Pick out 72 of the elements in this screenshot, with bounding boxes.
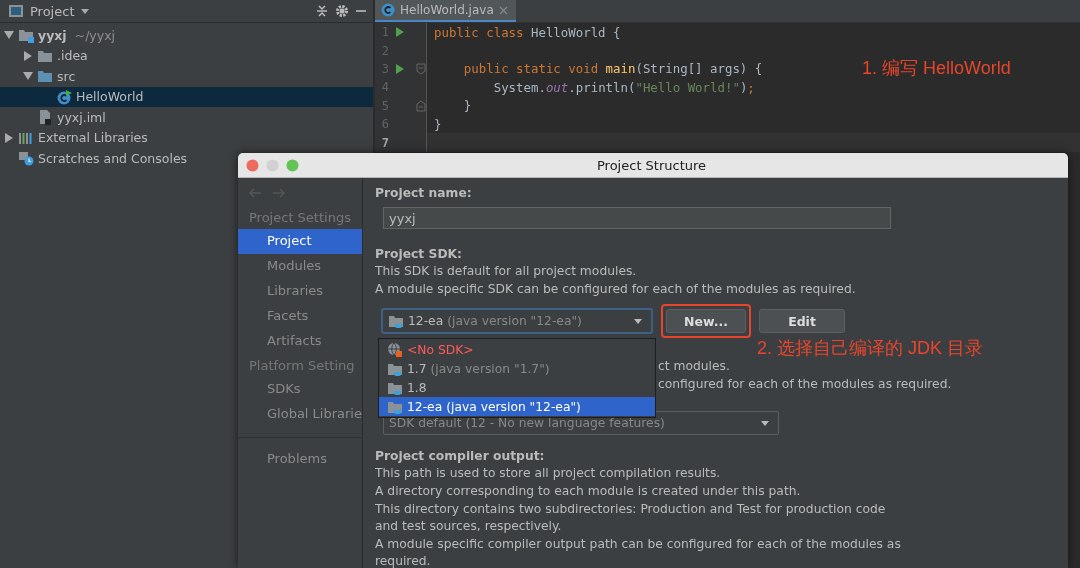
file-icon — [37, 109, 53, 126]
code-line: } — [433, 116, 442, 132]
collapsed-icon — [23, 50, 33, 61]
code-line: public static void main(String[] args) { — [462, 61, 763, 77]
sidebar-item[interactable]: Global Librarie — [238, 402, 362, 427]
code-line: } — [462, 98, 472, 114]
description-text: This directory contains two subdirectories: Production and Test for production code — [375, 500, 887, 518]
section-heading: Project Settings — [248, 209, 352, 227]
description-text: and test sources, respectively. — [375, 518, 563, 536]
expanded-icon — [4, 30, 14, 41]
dropdown-option[interactable]: 12-ea (java version "12-ea") — [379, 397, 655, 417]
dropdown-option[interactable]: 1.7 (java version "1.7") — [379, 359, 655, 379]
dropdown-option[interactable]: <No SDK> — [379, 340, 655, 360]
field-label: Project name: — [375, 185, 473, 202]
forward-icon — [272, 188, 286, 198]
expanded-icon — [23, 71, 33, 82]
description-text: A module specific compiler output path can be configured for each of the modules as — [375, 535, 902, 553]
sidebar-item[interactable]: Facets — [238, 304, 362, 329]
tree-item[interactable]: External Libraries — [0, 127, 148, 148]
dropdown-option[interactable]: 1.8 — [379, 378, 655, 398]
zoom-icon — [286, 158, 299, 172]
description-text: required. — [375, 553, 432, 568]
project-name-field[interactable]: yyxj — [383, 207, 891, 229]
dropdown-icon — [80, 7, 91, 15]
sidebar-item[interactable]: Libraries — [238, 279, 362, 304]
annotation-text: 1. 编写 HelloWorld — [862, 57, 1011, 80]
scratches-icon — [18, 150, 34, 167]
code-line: System.out.println("Hello World!"); — [492, 79, 755, 95]
class-icon — [381, 3, 395, 17]
tree-item[interactable]: yyxj ~/yyxj — [0, 25, 115, 46]
panel-icon — [8, 4, 24, 18]
dropdown-icon — [633, 317, 643, 326]
globe-icon — [387, 341, 403, 358]
description-text: A directory corresponding to each module is created under this path. — [375, 482, 802, 500]
tree-item[interactable]: HelloWorld — [0, 86, 373, 107]
sidebar-item[interactable]: Problems — [238, 447, 362, 472]
annotation-text: 2. 选择自己编译的 JDK 目录 — [757, 337, 984, 360]
dropdown-icon — [760, 419, 770, 428]
tree-item[interactable]: yyxj.iml — [0, 107, 106, 128]
window-title: Project Structure — [597, 157, 707, 173]
sidebar-item[interactable]: Artifacts — [238, 329, 362, 354]
sdk-dropdown[interactable]: 12-ea (java version "12-ea") — [381, 308, 653, 335]
description-text: This SDK is default for all project modules. — [375, 263, 638, 280]
tree-item[interactable]: Scratches and Consoles — [0, 148, 188, 169]
tree-item[interactable]: .idea — [0, 45, 88, 66]
new-button[interactable]: New... — [666, 309, 746, 334]
description-text: This path is used to store all project compilation results. — [375, 465, 722, 483]
back-icon — [248, 188, 262, 198]
tree-item[interactable]: src — [0, 66, 76, 87]
code-line: public class HelloWorld { — [433, 24, 621, 40]
line-number: 7 — [380, 135, 389, 150]
field-label: Project SDK: — [375, 246, 464, 263]
sidebar-item[interactable]: Modules — [238, 254, 362, 279]
sidebar-item[interactable]: SDKs — [238, 377, 362, 402]
sidebar-item[interactable]: Project — [238, 229, 362, 254]
collapsed-icon — [4, 132, 14, 143]
description-text: A module specific SDK can be configured for each of the modules as required. — [375, 280, 857, 298]
description-text: configured for each of the modules as required. — [658, 375, 952, 393]
class-icon — [56, 88, 72, 105]
file-tab[interactable]: HelloWorld.java — [375, 0, 516, 22]
field-label: Project compiler output: — [375, 448, 546, 466]
jdk-folder-icon — [388, 313, 404, 330]
folder-icon — [18, 27, 34, 44]
description-text: ct modules. — [658, 358, 730, 376]
panel-title[interactable]: Project — [30, 3, 75, 19]
edit-button[interactable]: Edit — [759, 309, 845, 334]
section-heading: Platform Setting — [248, 357, 356, 375]
close-icon — [498, 5, 508, 15]
folder-icon — [37, 68, 53, 85]
collapse-icon — [315, 4, 329, 18]
close-icon — [246, 158, 259, 172]
settings-icon — [335, 4, 349, 18]
